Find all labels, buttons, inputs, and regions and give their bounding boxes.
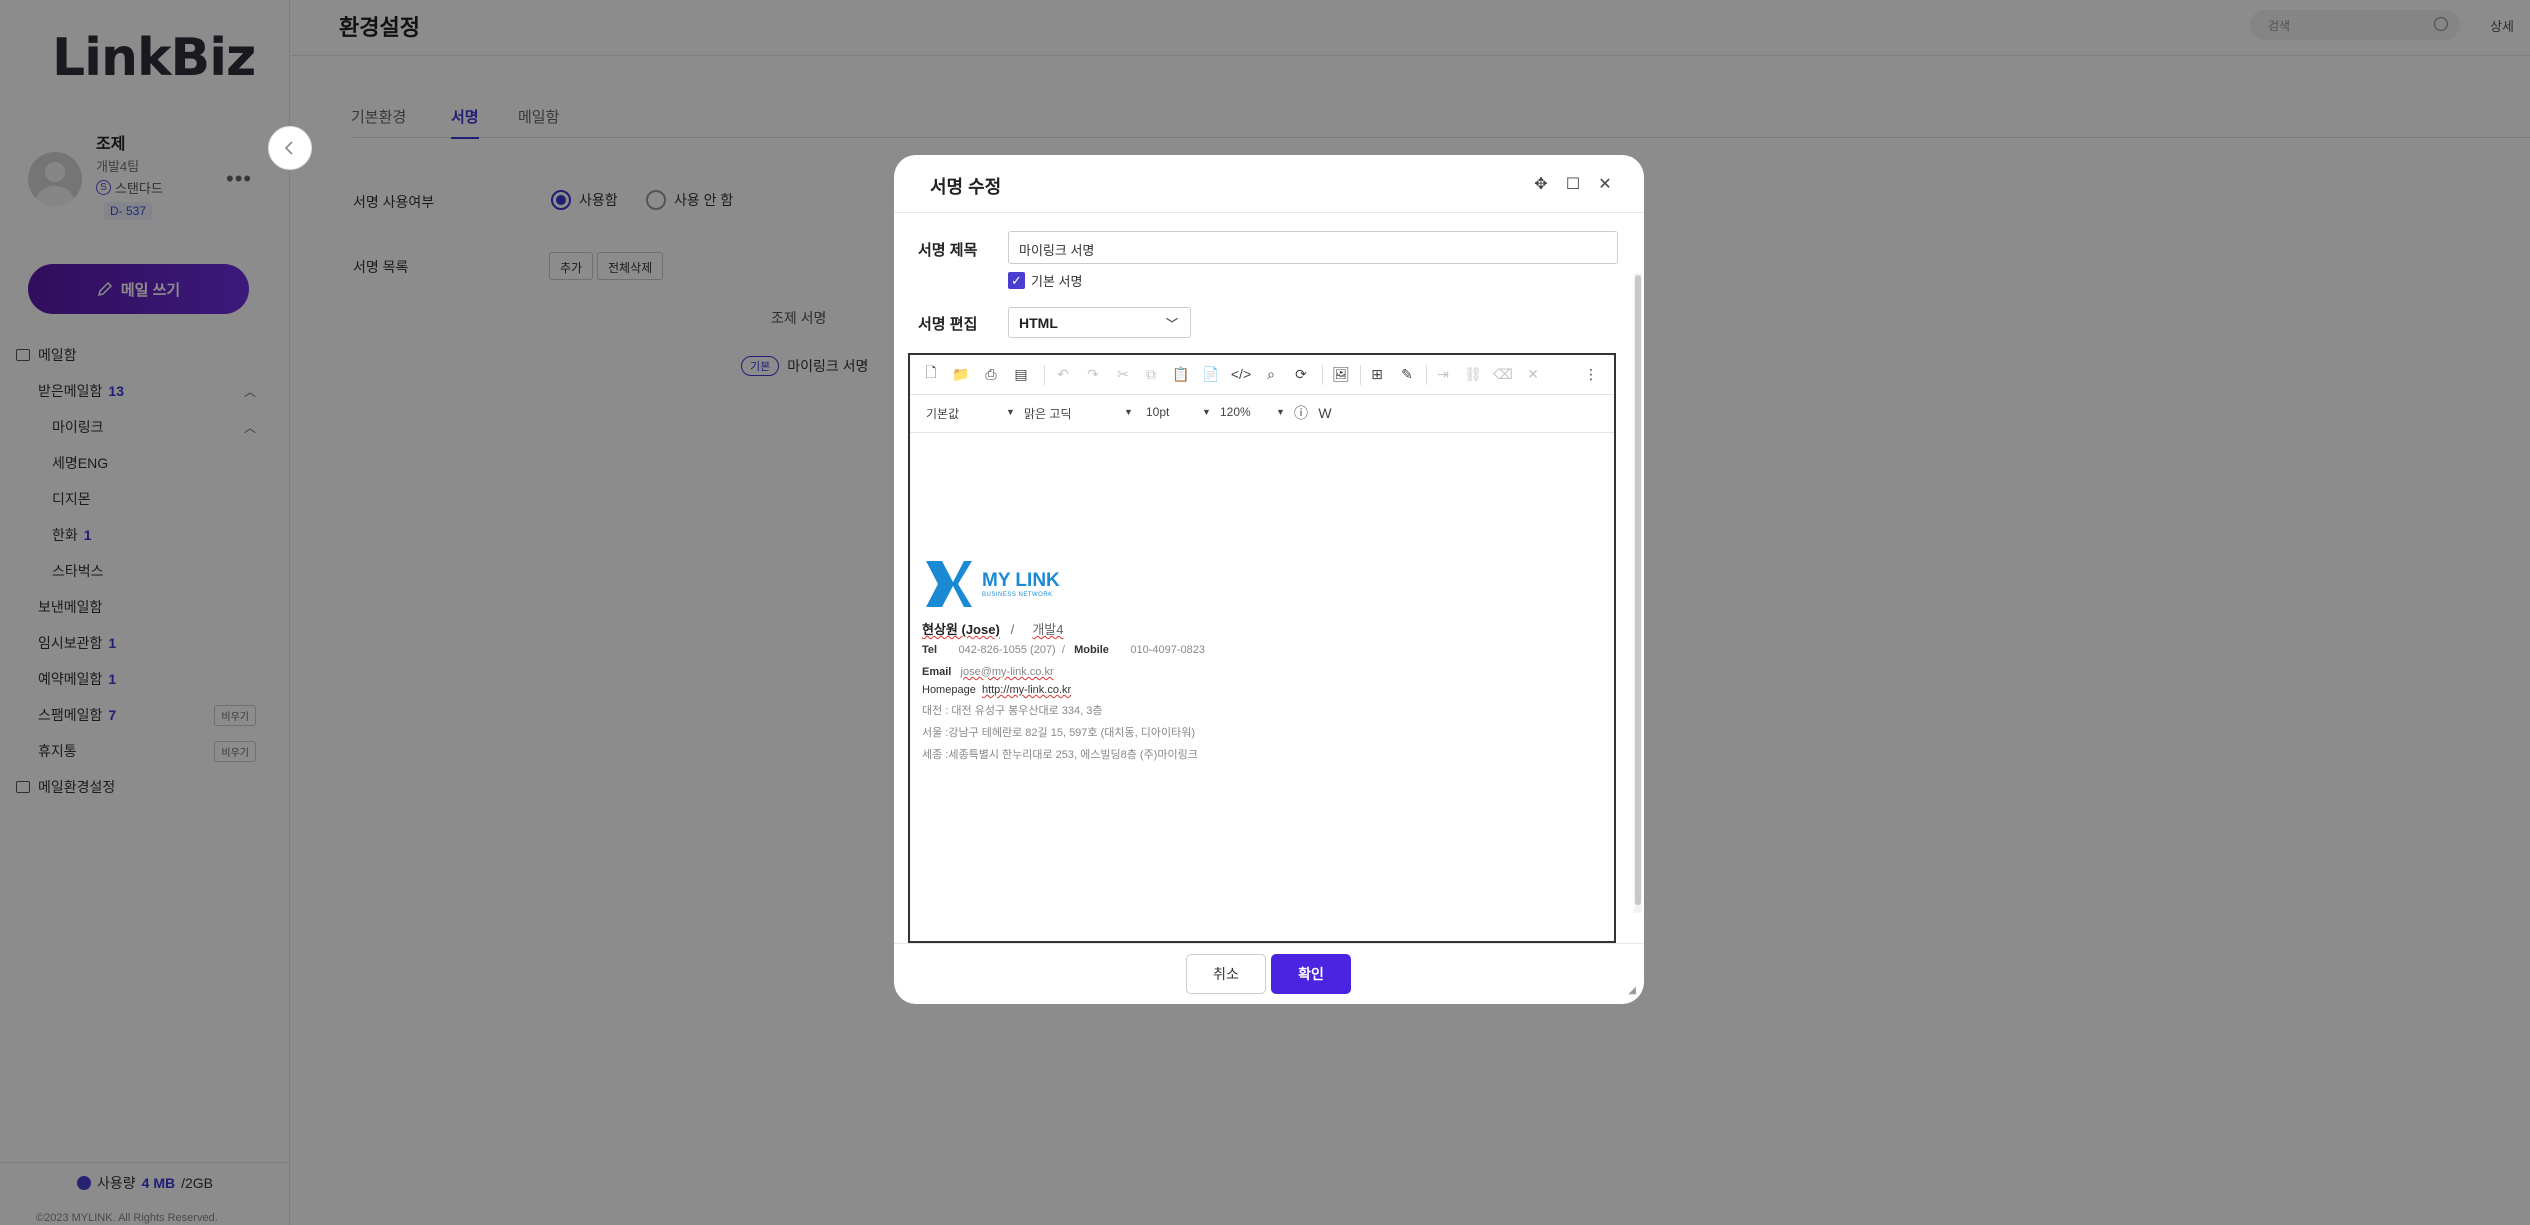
indent-icon[interactable]: ⇥ <box>1434 365 1452 383</box>
image-icon[interactable]: 🖼 <box>1332 365 1350 383</box>
dialog-footer: 취소 확인 ◢ <box>894 943 1644 1004</box>
font-family-select[interactable]: 맑은 고딕 ▼ <box>1024 405 1134 422</box>
tel-value: 042-826-1055 (207) <box>958 644 1056 656</box>
copy-icon[interactable]: ⧉ <box>1142 365 1160 383</box>
email-value: jose@my-link.co.kr <box>960 666 1054 678</box>
signature-edit-label: 서명 편집 <box>918 316 978 333</box>
signature-edit-dialog: 서명 수정 ✥ ☐ ✕ 서명 제목 마이링크 서명 ✓ 기본 서명 서명 편집 … <box>894 155 1644 1004</box>
signature-address-line: 세종 :세종특별시 한누리대로 253, 에스빌딩8층 (주)마이링크 <box>922 749 1198 761</box>
select-value: 10pt <box>1146 405 1170 419</box>
homepage-value: http://my-link.co.kr <box>981 684 1072 696</box>
dropdown-icon: ▼ <box>1202 407 1211 417</box>
move-icon[interactable]: ✥ <box>1532 175 1550 193</box>
checkbox-checked-icon: ✓ <box>1008 272 1025 289</box>
toolbar-divider <box>1322 365 1323 385</box>
rich-text-editor: 🗋 📁 ⎙ ▤ ↶ ↷ ✂ ⧉ 📋 📄 </> ⌕ ⟳ 🖼 ⊞ ✎ ⇥ ⛓ ⌫ … <box>908 353 1616 943</box>
remove-format-icon[interactable]: ✕ <box>1524 365 1542 383</box>
tel-label: Tel <box>922 644 938 656</box>
redo-icon[interactable]: ↷ <box>1084 365 1102 383</box>
print-icon[interactable]: ⎙ <box>982 365 1000 383</box>
chevron-down-icon: ﹀ <box>1165 317 1178 331</box>
table-icon[interactable]: ⊞ <box>1368 365 1386 383</box>
info-icon[interactable]: ⓘ <box>1292 404 1310 422</box>
dialog-body: 서명 제목 마이링크 서명 ✓ 기본 서명 서명 편집 HTML ﹀ 🗋 📁 ⎙… <box>894 213 1644 943</box>
signature-email-line: Email jose@my-link.co.kr <box>922 666 1205 678</box>
dropdown-icon: ▼ <box>1276 407 1285 417</box>
collapse-sidebar-button[interactable] <box>268 126 312 170</box>
signature-title-input[interactable]: 마이링크 서명 <box>1008 231 1618 264</box>
signature-preview: MY LINK BUSINESS NETWORK 현상원 (Jose) / 개발… <box>922 557 1205 762</box>
more-vertical-icon[interactable]: ⋮ <box>1582 365 1600 383</box>
signature-address-line: 서울 :강남구 테헤란로 82길 15, 597호 (대치동, 디아이타워) <box>922 727 1195 739</box>
open-folder-icon[interactable]: 📁 <box>952 365 970 383</box>
select-value: 기본값 <box>926 407 960 421</box>
signature-separator: / <box>1010 622 1015 637</box>
clear-format-icon[interactable]: ⌫ <box>1493 365 1513 383</box>
source-code-icon[interactable]: </> <box>1231 365 1251 383</box>
dialog-header: 서명 수정 ✥ ☐ ✕ <box>894 155 1644 213</box>
maximize-icon[interactable]: ☐ <box>1564 175 1582 193</box>
mylink-logo-mark <box>926 561 972 607</box>
toolbar-divider <box>1426 365 1427 385</box>
cancel-button[interactable]: 취소 <box>1186 954 1266 994</box>
signature-address-line: 대전 : 대전 유성구 봉우산대로 334, 3층 <box>922 705 1103 717</box>
editor-toolbar: 🗋 📁 ⎙ ▤ ↶ ↷ ✂ ⧉ 📋 📄 </> ⌕ ⟳ 🖼 ⊞ ✎ ⇥ ⛓ ⌫ … <box>910 355 1614 395</box>
toolbar-divider <box>1044 365 1045 385</box>
close-icon[interactable]: ✕ <box>1596 175 1614 193</box>
undo-icon[interactable]: ↶ <box>1054 365 1072 383</box>
replace-icon[interactable]: ⟳ <box>1292 365 1310 383</box>
select-value: 맑은 고딕 <box>1024 407 1072 421</box>
default-signature-checkbox[interactable]: ✓ 기본 서명 <box>1008 271 1082 290</box>
line-height-select[interactable]: 120% ▼ <box>1220 405 1286 419</box>
toolbar-divider <box>1360 365 1361 385</box>
unlink-icon[interactable]: ⛓ <box>1464 365 1482 383</box>
scrollbar-thumb[interactable] <box>1635 275 1641 905</box>
checkbox-label: 기본 서명 <box>1031 274 1083 289</box>
find-icon[interactable]: ⌕ <box>1262 365 1280 383</box>
signature-person-name: 현상원 (Jose) <box>922 622 1000 637</box>
word-icon[interactable]: W <box>1316 404 1334 422</box>
page-break-icon[interactable]: ▤ <box>1012 365 1030 383</box>
signature-person: 현상원 (Jose) / 개발4 <box>922 619 1205 638</box>
signature-homepage-line: Homepage http://my-link.co.kr <box>922 684 1205 696</box>
signature-phone-line: Tel 042-826-1055 (207) / Mobile 010-4097… <box>922 644 1205 656</box>
select-value: 120% <box>1220 405 1251 419</box>
mylink-brand: MY LINK <box>982 570 1060 591</box>
paste-icon[interactable]: 📋 <box>1172 365 1190 383</box>
paste-text-icon[interactable]: 📄 <box>1202 365 1220 383</box>
cut-icon[interactable]: ✂ <box>1114 365 1132 383</box>
signature-title-label: 서명 제목 <box>918 242 978 259</box>
dialog-title: 서명 수정 <box>930 177 1002 197</box>
dropdown-icon: ▼ <box>1006 407 1015 417</box>
mobile-value: 010-4097-0823 <box>1130 644 1205 656</box>
chevron-left-icon <box>284 141 293 155</box>
font-size-select[interactable]: 10pt ▼ <box>1146 405 1212 419</box>
new-doc-icon[interactable]: 🗋 <box>922 364 940 383</box>
mylink-brand-sub: BUSINESS NETWORK <box>982 592 1053 598</box>
dropdown-icon: ▼ <box>1124 407 1133 417</box>
mobile-label: Mobile <box>1074 644 1109 656</box>
edit-table-icon[interactable]: ✎ <box>1398 365 1416 383</box>
paragraph-style-select[interactable]: 기본값 ▼ <box>926 405 1016 422</box>
signature-dept: 개발4 <box>1032 622 1064 637</box>
confirm-button[interactable]: 확인 <box>1271 954 1351 994</box>
email-label: Email <box>922 666 952 678</box>
edit-mode-select[interactable]: HTML ﹀ <box>1008 307 1191 338</box>
editor-content[interactable]: MY LINK BUSINESS NETWORK 현상원 (Jose) / 개발… <box>910 433 1614 943</box>
edit-mode-value: HTML <box>1019 315 1058 331</box>
mylink-logo: MY LINK BUSINESS NETWORK <box>922 557 1205 611</box>
homepage-label: Homepage <box>922 684 976 696</box>
dialog-scrollbar[interactable] <box>1634 273 1642 913</box>
format-toolbar: 기본값 ▼ 맑은 고딕 ▼ 10pt ▼ 120% ▼ ⓘ W <box>910 395 1614 433</box>
resize-handle-icon[interactable]: ◢ <box>1628 985 1636 996</box>
